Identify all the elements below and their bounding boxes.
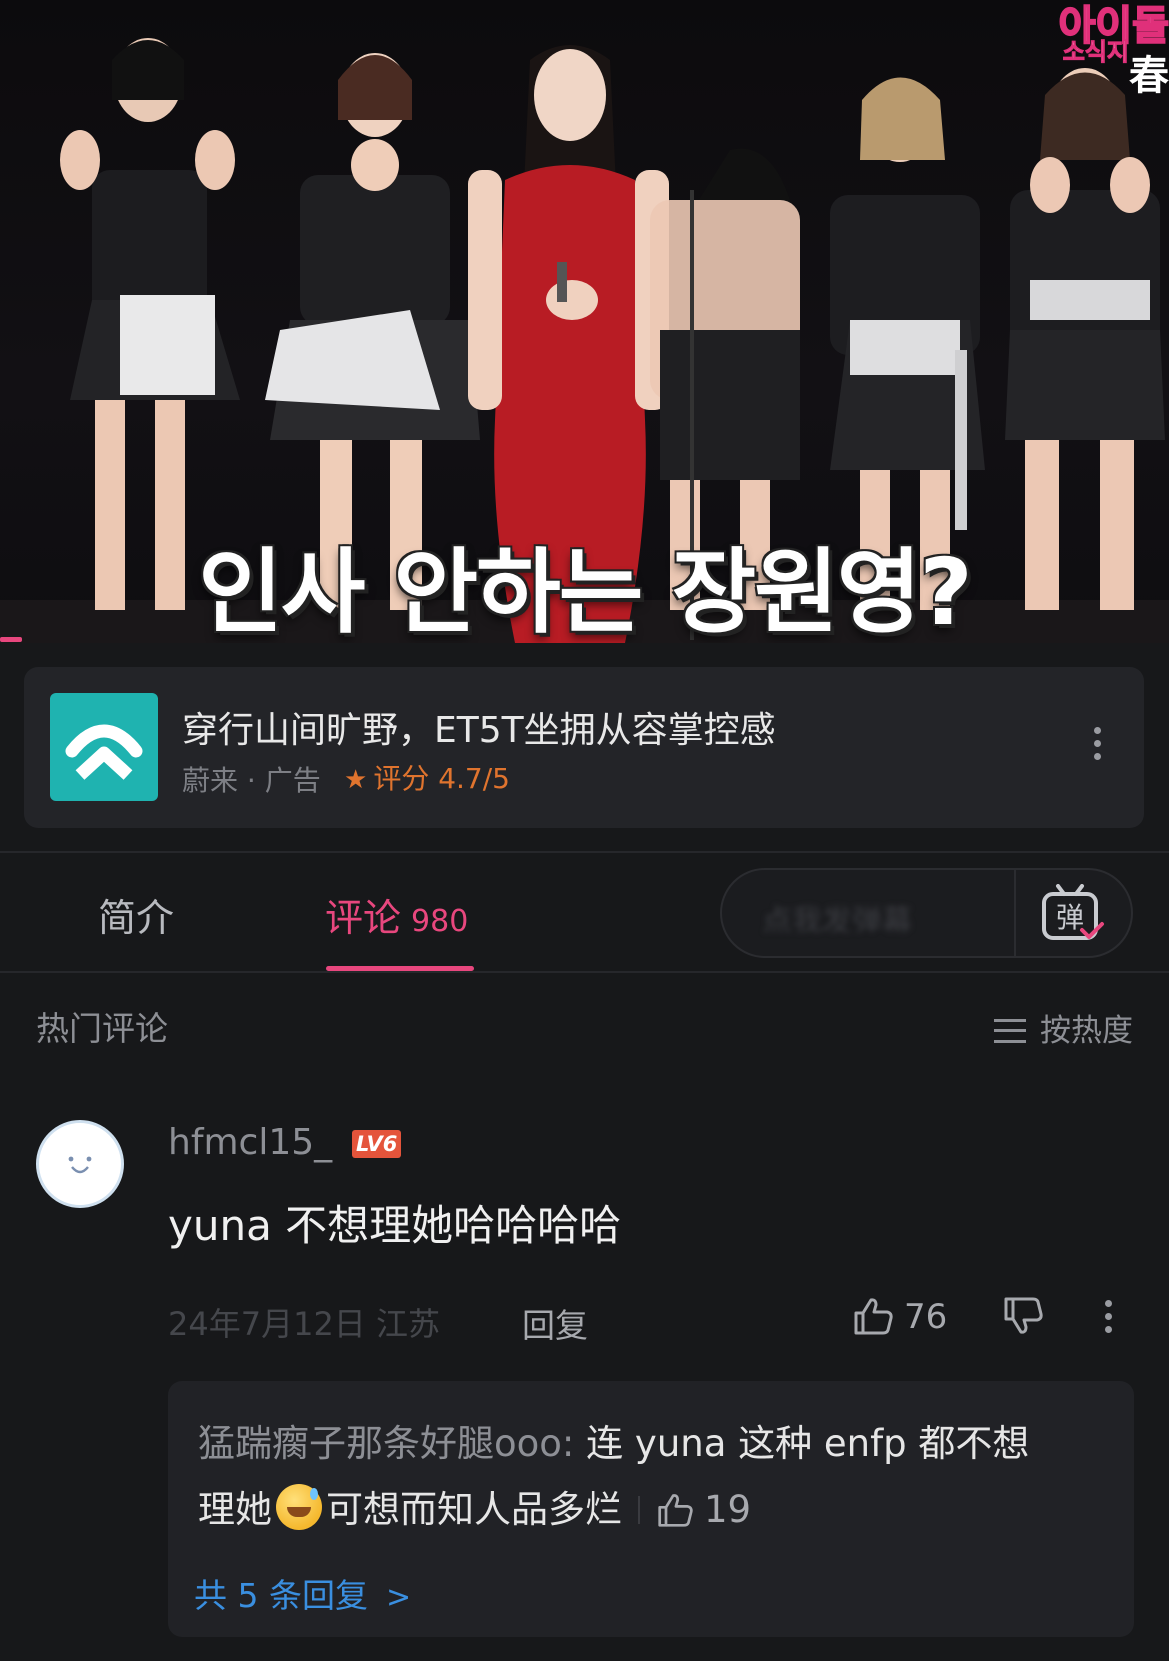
nio-logo-icon	[50, 693, 158, 801]
like-count: 76	[904, 1297, 948, 1337]
video-progress-bar[interactable]	[0, 637, 22, 642]
reply-text: 可想而知人品多烂	[326, 1488, 622, 1531]
level-badge: LV6	[352, 1130, 402, 1158]
reply-text: 理她	[198, 1488, 272, 1531]
danmaku-bar: 点我发弹幕 弹	[720, 868, 1133, 958]
replies-preview[interactable]: 猛踹瘸子那条好腿ooo: 连 yuna 这种 enfp 都不想 理她 可想而知人品…	[168, 1381, 1134, 1637]
svg-text:弹: 弹	[1056, 901, 1084, 934]
sort-icon	[994, 1019, 1026, 1043]
avatar[interactable]	[36, 1120, 124, 1208]
chevron-right-icon: >	[385, 1580, 412, 1615]
thumbs-up-icon	[658, 1494, 693, 1527]
divider	[0, 851, 1169, 853]
divider	[638, 1496, 640, 1524]
ad-advertiser: 蔚来 · 广告	[182, 764, 321, 797]
dislike-button[interactable]	[1002, 1296, 1044, 1340]
ad-more-icon[interactable]	[1094, 727, 1102, 766]
reply-author[interactable]: 猛踹瘸子那条好腿ooo:	[198, 1422, 574, 1465]
star-icon: ★	[344, 765, 368, 795]
reply-item: 理她 可想而知人品多烂 19	[198, 1479, 751, 1533]
video-player[interactable]: 아이돌 소식지 春 인사 안하는 장원영?	[0, 0, 1169, 643]
comment-more-icon[interactable]	[1105, 1300, 1113, 1339]
channel-watermark: 아이돌 소식지 春	[1058, 3, 1169, 99]
comment-username[interactable]: hfmcl15_	[168, 1122, 332, 1163]
tab-comments[interactable]: 评论 980	[325, 887, 468, 942]
thumbs-up-icon	[854, 1298, 893, 1335]
video-caption: 인사 안하는 장원영?	[198, 539, 973, 643]
reply-like-count: 19	[704, 1488, 752, 1531]
ad-rating: ★ 评分 4.7/5	[344, 762, 510, 795]
like-button[interactable]: 76	[852, 1296, 947, 1337]
comment-date-location: 24年7月12日 江苏	[168, 1305, 440, 1343]
section-title: 热门评论	[36, 1009, 168, 1048]
sweat-smile-emoji-icon	[276, 1484, 322, 1530]
sort-button[interactable]: 按热度	[994, 1005, 1133, 1050]
ad-card[interactable]: 穿行山间旷野，ET5T坐拥从容掌控感 蔚来 · 广告 ★ 评分 4.7/5	[24, 667, 1144, 828]
tab-intro[interactable]: 简介	[98, 887, 174, 942]
reply-item: 猛踹瘸子那条好腿ooo: 连 yuna 这种 enfp 都不想	[198, 1413, 1029, 1467]
reply-text: 连 yuna 这种 enfp 都不想	[586, 1422, 1030, 1465]
reply-like-button[interactable]: 19	[656, 1488, 751, 1531]
view-all-replies-link[interactable]: 共 5 条回复 >	[194, 1569, 411, 1617]
comments-count: 980	[411, 904, 469, 939]
thumbs-down-icon	[1004, 1297, 1043, 1334]
ad-title: 穿行山间旷野，ET5T坐拥从容掌控感	[182, 710, 776, 751]
reply-button[interactable]: 回复	[522, 1299, 588, 1347]
danmaku-toggle-icon[interactable]: 弹	[1040, 884, 1106, 944]
divider	[0, 971, 1169, 973]
divider	[1014, 870, 1016, 956]
comment-text: yuna 不想理她哈哈哈哈	[168, 1201, 622, 1250]
danmaku-input[interactable]: 点我发弹幕	[762, 896, 982, 932]
